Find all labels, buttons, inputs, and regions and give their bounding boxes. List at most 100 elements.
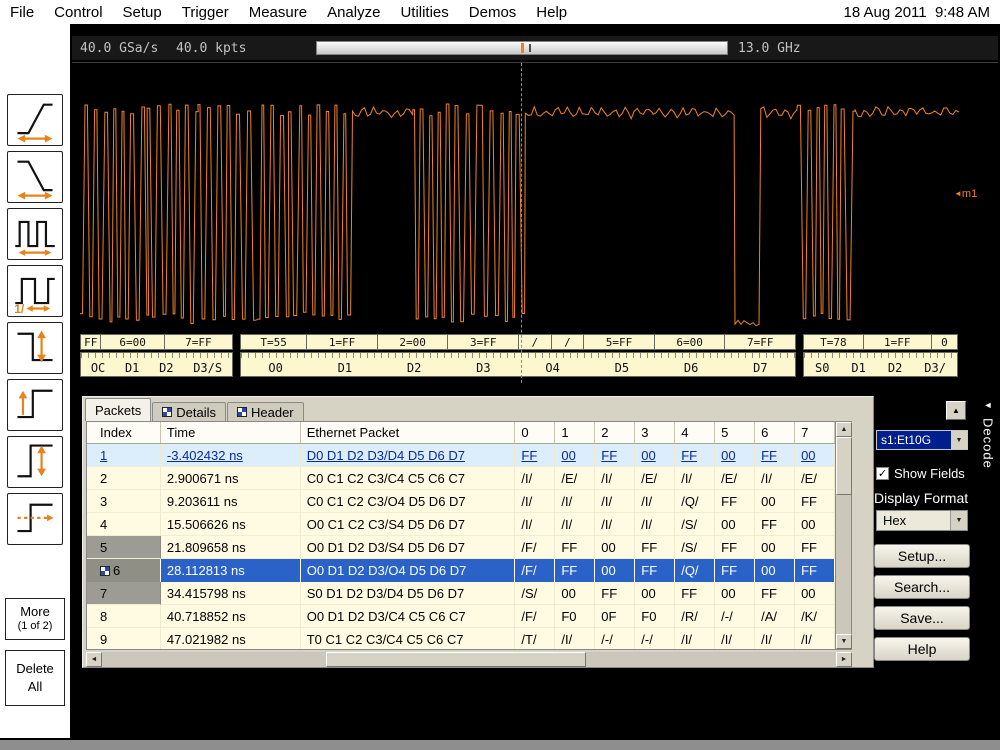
menu-item-help[interactable]: Help xyxy=(526,4,577,21)
panel-collapse-button[interactable]: ▲ xyxy=(946,401,966,420)
decode-byte-lane: OCD1D2D3/SO0D1D2D3O4D5D6D7S0D1D2D3/ xyxy=(72,352,998,377)
menu-item-setup[interactable]: Setup xyxy=(113,4,172,21)
table-row[interactable]: 22.900671 nsC0 C1 C2 C3/C4 C5 C6 C7/I//E… xyxy=(87,467,835,490)
cell-byte-6: /A/ xyxy=(755,605,795,628)
more-tools-button[interactable]: More (1 of 2) xyxy=(5,598,65,640)
column-header-0: 0 xyxy=(515,422,555,443)
cell-byte-3: 00 xyxy=(635,444,675,467)
cell-index: 1 xyxy=(87,444,161,467)
horizontal-scroll-thumb[interactable] xyxy=(326,652,586,667)
menu-item-file[interactable]: File xyxy=(0,4,44,21)
packets-panel: PacketsDetailsHeader IndexTimeEthernet P… xyxy=(82,396,874,668)
marker-m1[interactable]: ◄m1 xyxy=(954,188,977,200)
button-search[interactable]: Search... xyxy=(874,575,970,599)
table-row[interactable]: 415.506626 nsO0 C1 C2 C3/S4 D5 D6 D7/I//… xyxy=(87,513,835,536)
tab-header[interactable]: Header xyxy=(227,402,304,421)
bottom-bar xyxy=(0,740,1000,750)
table-row[interactable]: 1-3.402432 nsD0 D1 D2 D3/D4 D5 D6 D7FF00… xyxy=(87,444,835,467)
cell-byte-5: 00 xyxy=(715,444,755,467)
decode-side-tab[interactable]: ◄ Decode xyxy=(978,400,998,640)
tool-pulse-width-trigger[interactable] xyxy=(7,208,63,260)
index-value: 6 xyxy=(113,563,120,578)
decode-source-select[interactable]: s1:Et10G ▼ xyxy=(876,430,968,450)
table-row[interactable]: 521.809658 nsO0 D1 D2 D3/S4 D5 D6 D7/F/F… xyxy=(87,536,835,559)
decode-field-cell: 1=FF xyxy=(864,334,932,350)
menu-item-measure[interactable]: Measure xyxy=(239,4,317,21)
cell-byte-5: FF xyxy=(715,559,755,582)
table-row[interactable]: 734.415798 nsS0 D1 D2 D3/D4 D5 D6 D7/S/0… xyxy=(87,582,835,605)
cell-byte-6: FF xyxy=(755,582,795,605)
table-row[interactable]: 840.718852 nsO0 D1 D2 D3/C4 C5 C6 C7/F/F… xyxy=(87,605,835,628)
tab-packets[interactable]: Packets xyxy=(85,398,151,421)
tool-rise-edge-arrow-trigger[interactable] xyxy=(7,379,63,431)
scroll-up-icon[interactable]: ▲ xyxy=(836,422,852,437)
tool-rise-dashed-trigger[interactable] xyxy=(7,493,63,545)
horizontal-scrollbar[interactable]: ◄ ► xyxy=(86,652,852,667)
cell-byte-5: FF xyxy=(715,490,755,513)
cell-byte-0: /F/ xyxy=(515,536,555,559)
decode-byte-cell: O0D1D2D3O4D5D6D7 xyxy=(240,352,796,377)
tool-rise-edge-span-trigger[interactable] xyxy=(7,436,63,488)
chevron-down-icon[interactable]: ▼ xyxy=(950,511,967,530)
edge-rise-trigger-icon xyxy=(10,97,60,143)
cell-byte-1: 00 xyxy=(555,444,595,467)
show-fields-option[interactable]: ✓ Show Fields xyxy=(876,466,965,481)
decode-field-cell: 5=FF xyxy=(584,334,655,350)
decode-field-cell: 6=00 xyxy=(655,334,726,350)
scroll-right-icon[interactable]: ► xyxy=(836,652,852,667)
tab-details[interactable]: Details xyxy=(152,402,226,421)
cell-time: 34.415798 ns xyxy=(161,582,301,605)
byte-name: D3/S xyxy=(193,361,222,375)
menu-item-utilities[interactable]: Utilities xyxy=(390,4,458,21)
decode-bytes-group: OCD1D2D3/S xyxy=(80,352,233,377)
chevron-down-icon[interactable]: ▼ xyxy=(951,431,967,449)
time-cursor[interactable] xyxy=(521,63,522,383)
byte-name: D6 xyxy=(684,361,698,375)
menu-item-trigger[interactable]: Trigger xyxy=(172,4,239,21)
button-setup[interactable]: Setup... xyxy=(874,544,970,568)
scroll-down-icon[interactable]: ▼ xyxy=(836,634,852,649)
decode-field-cell: FF xyxy=(80,334,101,350)
cell-byte-6: /I/ xyxy=(755,628,795,649)
byte-name: D5 xyxy=(615,361,629,375)
button-save[interactable]: Save... xyxy=(874,606,970,630)
tool-edge-fall-trigger[interactable] xyxy=(7,151,63,203)
tool-fall-edge-arrow-trigger[interactable] xyxy=(7,322,63,374)
decode-field-cell: 2=00 xyxy=(378,334,449,350)
cell-byte-4: /Q/ xyxy=(675,559,715,582)
tool-edge-rise-trigger[interactable] xyxy=(7,94,63,146)
cell-byte-7: FF xyxy=(795,536,835,559)
tool-pulse-1-trigger[interactable]: 1/ xyxy=(7,265,63,317)
decode-byte-cell: S0D1D2D3/ xyxy=(803,352,958,377)
index-value: 4 xyxy=(100,517,107,532)
vertical-scrollbar[interactable]: ▲ ▼ xyxy=(835,422,851,649)
cell-time: 2.900671 ns xyxy=(161,467,301,490)
cell-byte-6: 00 xyxy=(755,490,795,513)
cell-packet: D0 D1 D2 D3/D4 D5 D6 D7 xyxy=(301,444,516,467)
menu-item-demos[interactable]: Demos xyxy=(459,4,527,21)
cell-byte-4: /S/ xyxy=(675,513,715,536)
table-row[interactable]: 947.021982 nsT0 C1 C2 C3/C4 C5 C6 C7/T//… xyxy=(87,628,835,649)
display-format-select[interactable]: Hex ▼ xyxy=(876,510,968,531)
menu-item-control[interactable]: Control xyxy=(44,4,112,21)
delete-all-label-2: All xyxy=(28,679,42,694)
cell-packet: T0 C1 C2 C3/C4 C5 C6 C7 xyxy=(301,628,516,649)
scroll-left-icon[interactable]: ◄ xyxy=(86,652,102,667)
more-page-indicator: (1 of 2) xyxy=(6,620,64,634)
timebase-position-bar[interactable] xyxy=(316,41,728,55)
menu-item-analyze[interactable]: Analyze xyxy=(317,4,390,21)
cell-packet: O0 D1 D2 D3/S4 D5 D6 D7 xyxy=(301,536,516,559)
show-fields-checkbox[interactable]: ✓ xyxy=(876,467,889,480)
cell-byte-4: FF xyxy=(675,444,715,467)
table-row[interactable]: 628.112813 nsO0 D1 D2 D3/O4 D5 D6 D7/F/F… xyxy=(87,559,835,582)
table-row[interactable]: 39.203611 nsC0 C1 C2 C3/O4 D5 D6 D7/I//I… xyxy=(87,490,835,513)
vertical-scroll-thumb[interactable] xyxy=(836,437,852,495)
delete-all-button[interactable]: Delete All xyxy=(5,650,65,706)
cell-packet: C0 C1 C2 C3/O4 D5 D6 D7 xyxy=(301,490,516,513)
index-value: 7 xyxy=(100,586,107,601)
byte-name: S0 xyxy=(815,361,829,375)
decode-fields-group: T=781=FF0 xyxy=(803,334,958,350)
button-help[interactable]: Help xyxy=(874,637,970,661)
cell-byte-3: /I/ xyxy=(635,513,675,536)
cell-byte-6: 00 xyxy=(755,536,795,559)
